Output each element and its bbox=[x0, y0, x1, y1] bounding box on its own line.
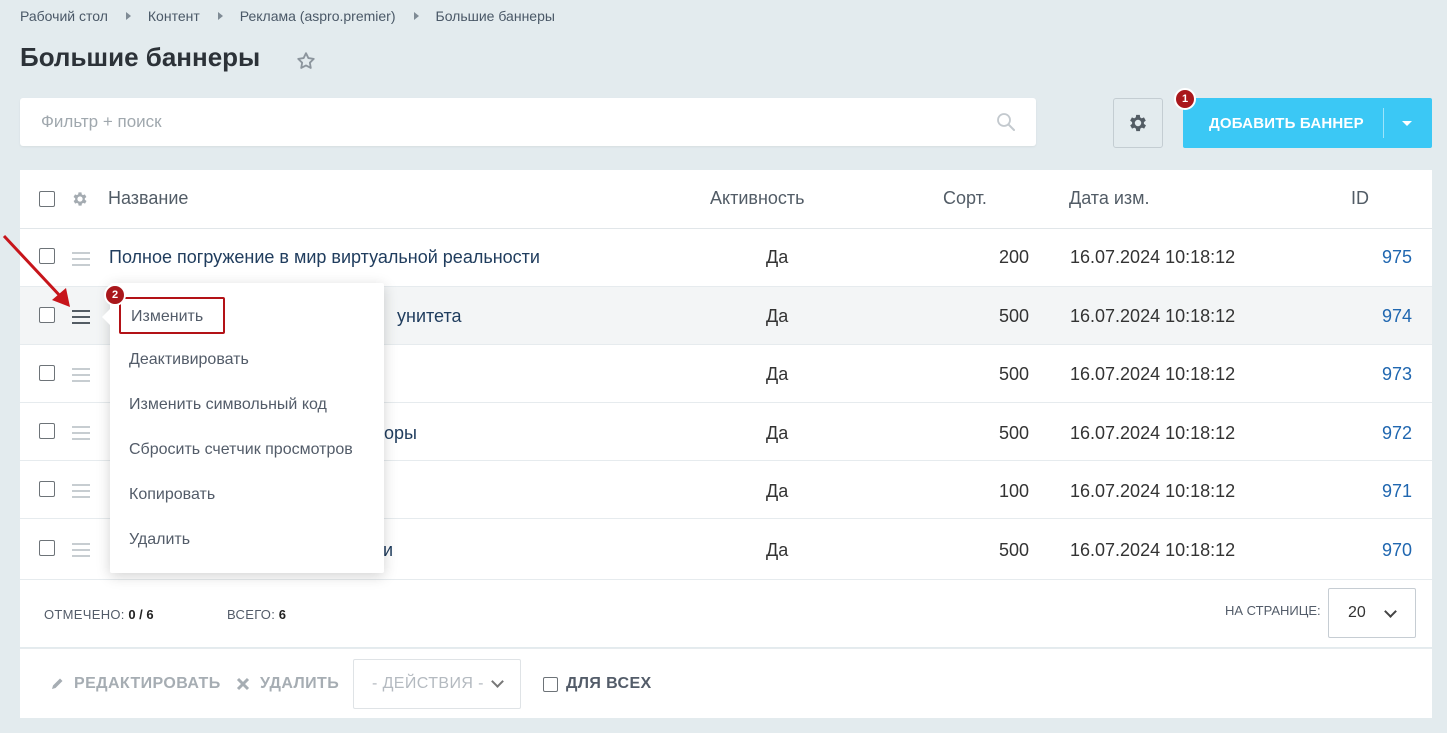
row-date: 16.07.2024 10:18:12 bbox=[1070, 481, 1236, 501]
row-sort: 500 bbox=[998, 540, 1029, 560]
edit-action-button[interactable]: РЕДАКТИРОВАТЬ bbox=[50, 675, 221, 693]
breadcrumb-item-content[interactable]: Контент bbox=[148, 8, 200, 24]
row-menu-icon[interactable] bbox=[72, 426, 90, 440]
row-name-link[interactable]: оры bbox=[384, 423, 417, 444]
column-settings-gear-icon[interactable] bbox=[71, 190, 89, 208]
row-id-link[interactable]: 975 bbox=[1350, 247, 1412, 268]
page-title: Большие баннеры bbox=[20, 42, 261, 72]
chevron-down-icon bbox=[491, 675, 504, 688]
breadcrumb-item-desktop[interactable]: Рабочий стол bbox=[20, 8, 108, 24]
row-date: 16.07.2024 10:18:12 bbox=[1070, 306, 1236, 326]
group-actions-bar: РЕДАКТИРОВАТЬ УДАЛИТЬ - ДЕЙСТВИЯ - ДЛЯ В… bbox=[20, 648, 1432, 718]
for-all-label: ДЛЯ ВСЕХ bbox=[566, 675, 652, 692]
column-header-active[interactable]: Активность bbox=[710, 188, 805, 209]
table-row[interactable]: Полное погружение в мир виртуальной реал… bbox=[20, 229, 1432, 287]
menu-item-edit-code[interactable]: Изменить символьный код bbox=[129, 396, 327, 414]
column-header-date[interactable]: Дата изм. bbox=[1069, 188, 1150, 209]
row-date: 16.07.2024 10:18:12 bbox=[1070, 364, 1236, 384]
row-checkbox[interactable] bbox=[39, 365, 55, 381]
delete-action-label: УДАЛИТЬ bbox=[260, 675, 340, 692]
menu-item-edit[interactable]: Изменить bbox=[119, 297, 225, 334]
column-header-id[interactable]: ID bbox=[1351, 188, 1369, 209]
row-sort: 200 bbox=[998, 247, 1029, 267]
total-label: ВСЕГО: bbox=[227, 607, 276, 622]
chevron-down-icon bbox=[1384, 605, 1397, 618]
pencil-icon bbox=[52, 678, 63, 689]
menu-item-deactivate[interactable]: Деактивировать bbox=[129, 351, 249, 369]
search-bar bbox=[20, 98, 1036, 146]
breadcrumb-item-current[interactable]: Большие баннеры bbox=[436, 8, 555, 24]
select-all-checkbox[interactable] bbox=[39, 191, 55, 207]
search-input[interactable] bbox=[20, 98, 1036, 146]
breadcrumb-separator-icon bbox=[217, 12, 223, 20]
button-divider bbox=[1383, 108, 1384, 138]
row-active: Да bbox=[766, 423, 789, 443]
row-id-link[interactable]: 971 bbox=[1350, 481, 1412, 502]
step-badge-2: 2 bbox=[104, 284, 126, 306]
row-id-link[interactable]: 973 bbox=[1350, 364, 1412, 385]
caret-down-icon[interactable] bbox=[1402, 120, 1412, 126]
row-menu-icon[interactable] bbox=[72, 368, 90, 382]
edit-action-label: РЕДАКТИРОВАТЬ bbox=[74, 675, 221, 692]
search-icon[interactable] bbox=[996, 112, 1016, 132]
breadcrumb: Рабочий стол Контент Реклама (aspro.prem… bbox=[20, 8, 555, 24]
row-name-link[interactable]: Полное погружение в мир виртуальной реал… bbox=[109, 247, 540, 268]
breadcrumb-separator-icon bbox=[125, 12, 131, 20]
row-name-link[interactable]: и bbox=[383, 540, 393, 561]
breadcrumb-separator-icon bbox=[413, 12, 419, 20]
menu-item-copy[interactable]: Копировать bbox=[129, 486, 215, 504]
for-all-checkbox-box[interactable] bbox=[543, 676, 558, 692]
actions-select-value: - ДЕЙСТВИЯ - bbox=[372, 675, 484, 692]
row-id-link[interactable]: 970 bbox=[1350, 540, 1412, 561]
row-active: Да bbox=[766, 481, 789, 501]
row-sort: 500 bbox=[998, 306, 1029, 326]
star-icon[interactable] bbox=[295, 50, 317, 72]
column-header-name[interactable]: Название bbox=[108, 188, 188, 209]
row-date: 16.07.2024 10:18:12 bbox=[1070, 247, 1236, 267]
annotation-arrow-icon bbox=[2, 234, 70, 307]
row-date: 16.07.2024 10:18:12 bbox=[1070, 423, 1236, 443]
row-id-link[interactable]: 974 bbox=[1350, 306, 1412, 327]
checked-value: 0 / 6 bbox=[128, 607, 154, 622]
table-header: Название Активность Сорт. Дата изм. ID bbox=[20, 170, 1432, 229]
close-icon bbox=[236, 677, 250, 691]
column-header-sort[interactable]: Сорт. bbox=[943, 188, 987, 209]
menu-item-reset-views[interactable]: Сбросить счетчик просмотров bbox=[129, 441, 353, 459]
checked-counter: ОТМЕЧЕНО: 0 / 6 bbox=[44, 607, 154, 622]
actions-select[interactable]: - ДЕЙСТВИЯ - bbox=[353, 659, 521, 709]
per-page-value: 20 bbox=[1348, 604, 1366, 621]
table-footer: ОТМЕЧЕНО: 0 / 6 ВСЕГО: 6 НА СТРАНИЦЕ: 20 bbox=[20, 580, 1432, 647]
row-active: Да bbox=[766, 247, 789, 267]
per-page-label: НА СТРАНИЦЕ: bbox=[1225, 603, 1321, 618]
menu-item-delete[interactable]: Удалить bbox=[129, 531, 190, 549]
delete-action-button[interactable]: УДАЛИТЬ bbox=[236, 675, 339, 693]
checked-label: ОТМЕЧЕНО: bbox=[44, 607, 125, 622]
row-checkbox[interactable] bbox=[39, 423, 55, 439]
row-checkbox[interactable] bbox=[39, 540, 55, 556]
per-page-select[interactable]: 20 bbox=[1328, 588, 1416, 638]
breadcrumb-item-ads[interactable]: Реклама (aspro.premier) bbox=[240, 8, 396, 24]
gear-icon bbox=[1130, 114, 1146, 132]
for-all-checkbox[interactable]: ДЛЯ ВСЕХ bbox=[543, 675, 652, 693]
row-name-link[interactable]: унитета bbox=[397, 306, 462, 327]
row-context-menu: Изменить Деактивировать Изменить символь… bbox=[102, 283, 384, 573]
total-value: 6 bbox=[278, 607, 286, 622]
row-menu-icon[interactable] bbox=[72, 543, 90, 557]
step-badge-1: 1 bbox=[1174, 88, 1196, 110]
row-sort: 500 bbox=[998, 364, 1029, 384]
settings-button[interactable] bbox=[1113, 98, 1163, 148]
row-active: Да bbox=[766, 306, 789, 326]
row-checkbox[interactable] bbox=[39, 481, 55, 497]
row-date: 16.07.2024 10:18:12 bbox=[1070, 540, 1236, 560]
row-sort: 100 bbox=[998, 481, 1029, 501]
row-menu-icon[interactable] bbox=[72, 310, 90, 324]
row-sort: 500 bbox=[998, 423, 1029, 443]
row-active: Да bbox=[766, 540, 789, 560]
add-banner-label: ДОБАВИТЬ БАННЕР bbox=[1209, 114, 1364, 132]
row-menu-icon[interactable] bbox=[72, 484, 90, 498]
total-counter: ВСЕГО: 6 bbox=[227, 607, 286, 622]
row-active: Да bbox=[766, 364, 789, 384]
add-banner-button[interactable]: ДОБАВИТЬ БАННЕР bbox=[1183, 98, 1432, 148]
row-id-link[interactable]: 972 bbox=[1350, 423, 1412, 444]
